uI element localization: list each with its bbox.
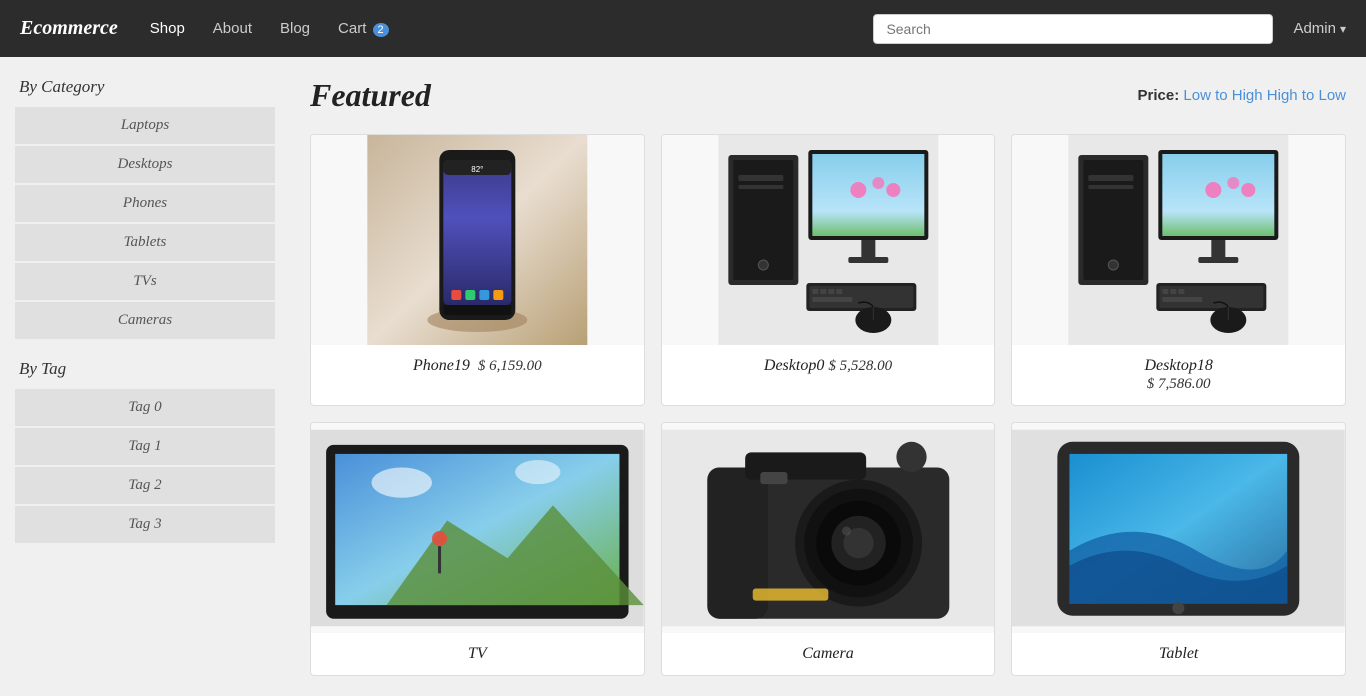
category-section-title: By Category [15, 77, 275, 97]
search-container [873, 14, 1273, 44]
product-name-tablet: Tablet [1022, 645, 1335, 663]
tag-section-title: By Tag [15, 359, 275, 379]
navbar: Ecommerce Shop About Blog Cart 2 Admin [0, 0, 1366, 57]
product-info-desktop18: Desktop18 $ 7,586.00 [1012, 345, 1345, 405]
admin-label: Admin [1293, 20, 1336, 37]
product-card-camera[interactable]: Camera [661, 422, 996, 676]
product-grid: 82° Phone19 $ 6,159.00 [310, 134, 1346, 676]
product-info-phone19: Phone19 $ 6,159.00 [311, 345, 644, 387]
product-info-tablet: Tablet [1012, 633, 1345, 675]
product-card-desktop18[interactable]: Desktop18 $ 7,586.00 [1011, 134, 1346, 406]
sidebar-item-laptops[interactable]: Laptops [15, 107, 275, 144]
product-info-camera: Camera [662, 633, 995, 675]
product-card-tablet[interactable]: Tablet [1011, 422, 1346, 676]
cart-badge: 2 [373, 23, 389, 37]
sidebar-item-desktops[interactable]: Desktops [15, 146, 275, 183]
admin-dropdown[interactable]: Admin [1293, 20, 1346, 37]
product-name-tv: TV [321, 645, 634, 663]
product-info-desktop0: Desktop0 $ 5,528.00 [662, 345, 995, 387]
tag-list: Tag 0 Tag 1 Tag 2 Tag 3 [15, 389, 275, 543]
product-card-phone19[interactable]: 82° Phone19 $ 6,159.00 [310, 134, 645, 406]
sidebar-item-phones[interactable]: Phones [15, 185, 275, 222]
main-content: Featured Price: Low to High High to Low [290, 57, 1366, 696]
nav-links: Shop About Blog Cart 2 [138, 12, 401, 45]
svg-text:82°: 82° [471, 165, 483, 174]
nav-blog[interactable]: Blog [268, 12, 322, 45]
product-price-desktop0: $ 5,528.00 [828, 358, 892, 374]
nav-cart[interactable]: Cart 2 [326, 12, 401, 45]
sidebar-item-tag3[interactable]: Tag 3 [15, 506, 275, 543]
sidebar-item-tag2[interactable]: Tag 2 [15, 467, 275, 504]
featured-header: Featured Price: Low to High High to Low [310, 77, 1346, 114]
product-name-camera: Camera [672, 645, 985, 663]
product-price-desktop18: $ 7,586.00 [1147, 376, 1211, 392]
product-card-desktop0[interactable]: Desktop0 $ 5,528.00 [661, 134, 996, 406]
sidebar-item-tablets[interactable]: Tablets [15, 224, 275, 261]
product-card-tv[interactable]: TV [310, 422, 645, 676]
product-name-phone19: Phone19 $ 6,159.00 [321, 357, 634, 375]
price-filter: Price: Low to High High to Low [1138, 87, 1346, 104]
brand-logo[interactable]: Ecommerce [20, 17, 118, 40]
product-image-desktop0 [662, 135, 995, 345]
featured-title: Featured [310, 77, 431, 114]
product-image-phone19: 82° [311, 135, 644, 345]
nav-shop[interactable]: Shop [138, 12, 197, 45]
category-list: Laptops Desktops Phones Tablets TVs Came… [15, 107, 275, 339]
product-name-desktop0: Desktop0 $ 5,528.00 [672, 357, 985, 375]
price-label: Price: [1138, 87, 1180, 104]
page-layout: By Category Laptops Desktops Phones Tabl… [0, 57, 1366, 696]
product-image-camera [662, 423, 995, 633]
product-image-tv [311, 423, 644, 633]
search-input[interactable] [873, 14, 1273, 44]
price-high-low[interactable]: High to Low [1267, 87, 1346, 104]
price-low-high[interactable]: Low to High [1183, 87, 1262, 104]
product-info-tv: TV [311, 633, 644, 675]
product-name-desktop18: Desktop18 [1144, 357, 1212, 374]
sidebar-item-tag0[interactable]: Tag 0 [15, 389, 275, 426]
sidebar-item-tag1[interactable]: Tag 1 [15, 428, 275, 465]
sidebar: By Category Laptops Desktops Phones Tabl… [0, 57, 290, 696]
product-price-phone19: $ 6,159.00 [478, 358, 542, 374]
sidebar-item-cameras[interactable]: Cameras [15, 302, 275, 339]
nav-about[interactable]: About [201, 12, 264, 45]
sidebar-item-tvs[interactable]: TVs [15, 263, 275, 300]
product-image-desktop18 [1012, 135, 1345, 345]
product-image-tablet [1012, 423, 1345, 633]
